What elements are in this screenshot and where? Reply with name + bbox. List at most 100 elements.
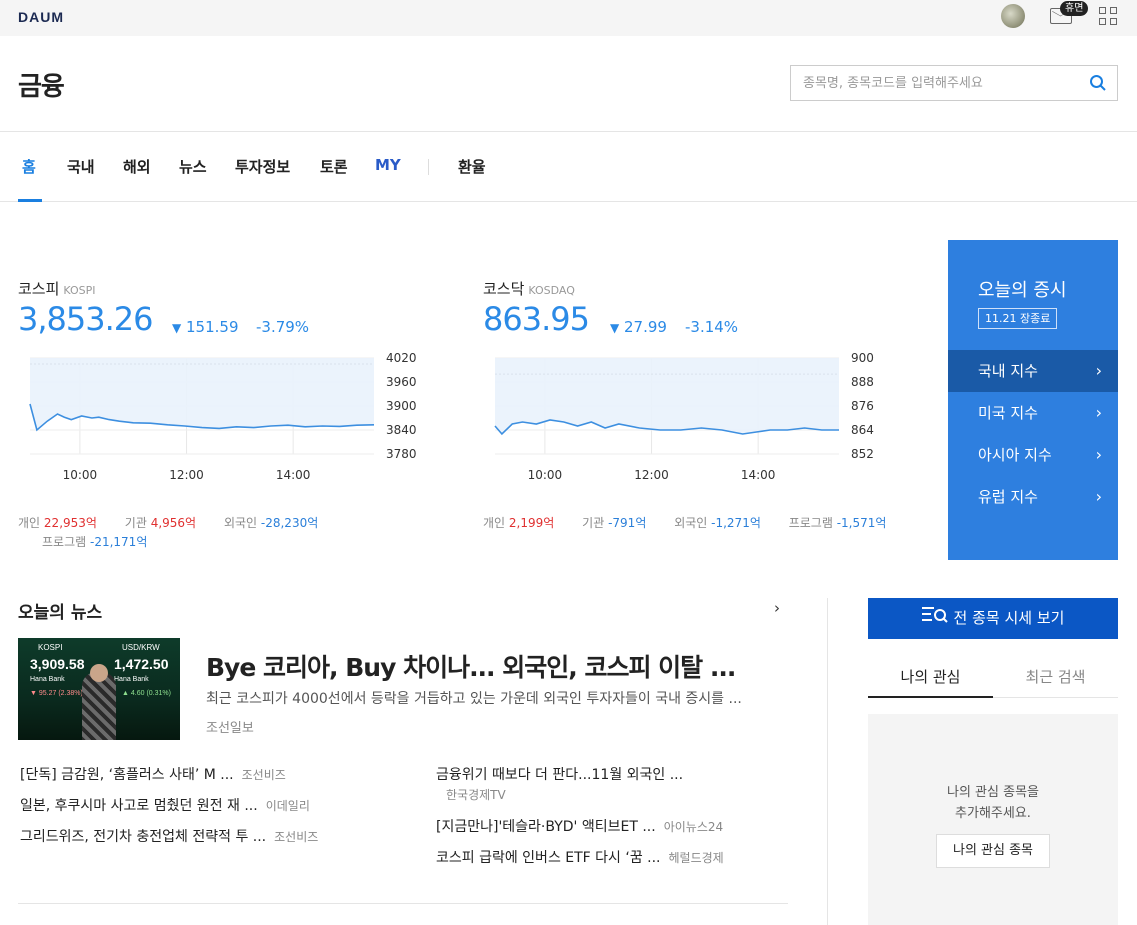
- flow-value: -1,271억: [711, 516, 761, 530]
- flow-label: 외국인: [674, 516, 708, 530]
- news-item[interactable]: 금융위기 때보다 더 판다...11월 외국인 ...: [436, 764, 683, 784]
- kospi-chart[interactable]: 4020 3960 3900 3840 3780 10:00 12:00 14:00: [18, 348, 430, 488]
- watch-tabs: 나의 관심 최근 검색: [868, 658, 1118, 698]
- empty-line: 나의 관심 종목을: [947, 785, 1039, 800]
- kospi-value: 3,853.26: [18, 300, 153, 338]
- x-tick-label: 14:00: [276, 468, 311, 482]
- mail-badge: 휴면: [1060, 1, 1089, 16]
- kosdaq-chart[interactable]: 900 888 876 864 852 10:00 12:00 14:00: [483, 348, 895, 488]
- y-tick-label: 4020: [386, 351, 417, 365]
- menu-item-label: 국내 지수: [978, 362, 1038, 380]
- kosdaq-name: 코스닥: [483, 280, 525, 298]
- news-source: 조선비즈: [241, 768, 286, 782]
- all-stocks-label: 전 종목 시세 보기: [953, 609, 1065, 627]
- news-item[interactable]: 일본, 후쿠시마 사고로 멈췄던 원전 재 ... 이데일리: [20, 795, 310, 815]
- down-arrow-icon: ▼: [172, 321, 182, 335]
- tab-domestic[interactable]: 국내: [67, 156, 95, 177]
- tab-my[interactable]: MY: [375, 156, 401, 174]
- news-source: 한국경제TV: [446, 788, 506, 802]
- kosdaq-change-value: 27.99: [624, 318, 667, 336]
- thumb-bank: Hana Bank: [114, 676, 149, 683]
- news-item[interactable]: 그리드위즈, 전기차 충전업체 전략적 투 ... 조선비즈: [20, 826, 318, 846]
- tab-recent-search[interactable]: 최근 검색: [993, 658, 1118, 698]
- kospi-name: 코스피: [18, 280, 60, 298]
- flow-label: 기관: [582, 516, 605, 530]
- person-head: [90, 664, 108, 682]
- flow-value: -28,230억: [260, 516, 319, 530]
- tab-home[interactable]: 홈: [22, 156, 36, 177]
- y-tick-label: 876: [851, 399, 874, 413]
- empty-line: 추가해주세요.: [955, 806, 1031, 821]
- news-item[interactable]: [지금만나]'테슬라·BYD' 액티브ET ... 아이뉴스24: [436, 816, 723, 836]
- kosdaq-title[interactable]: 코스닥 KOSDAQ: [483, 278, 575, 299]
- add-watchlist-button[interactable]: 나의 관심 종목: [936, 834, 1050, 868]
- flow-label: 기관: [124, 516, 147, 530]
- thumb-fx-label: USD/KRW: [122, 643, 160, 652]
- news-item[interactable]: [단독] 금감원, ‘홈플러스 사태’ M ... 조선비즈: [20, 764, 286, 784]
- kospi-code: KOSPI: [63, 284, 96, 297]
- flow-label: 개인: [483, 516, 506, 530]
- thumb-kospi-change: ▼ 95.27 (2.38%): [30, 690, 83, 697]
- flow-value: 4,956억: [150, 516, 197, 530]
- all-stocks-quote-button[interactable]: 전 종목 시세 보기: [868, 598, 1118, 639]
- top-bar: DAUM 휴면: [0, 0, 1137, 36]
- nav-divider: [428, 159, 429, 175]
- menu-item-europe-index[interactable]: 유럽 지수 ›: [948, 476, 1118, 518]
- menu-item-asia-index[interactable]: 아시아 지수 ›: [948, 434, 1118, 476]
- chevron-right-icon[interactable]: ›: [774, 599, 780, 617]
- y-tick-label: 3780: [386, 447, 417, 461]
- y-tick-label: 900: [851, 351, 874, 365]
- news-thumbnail[interactable]: KOSPI 3,909.58 Hana Bank ▼ 95.27 (2.38%)…: [18, 638, 180, 740]
- avatar[interactable]: [1001, 4, 1025, 28]
- x-tick-label: 10:00: [528, 468, 563, 482]
- news-source: 조선비즈: [274, 830, 319, 844]
- person-figure: [82, 672, 116, 740]
- tab-news[interactable]: 뉴스: [179, 156, 207, 177]
- search-icon[interactable]: [1089, 74, 1107, 92]
- kosdaq-code: KOSDAQ: [528, 284, 575, 297]
- y-tick-label: 852: [851, 447, 874, 461]
- kosdaq-value: 863.95: [483, 300, 590, 338]
- tab-discussion[interactable]: 토론: [320, 156, 348, 177]
- tab-overseas[interactable]: 해외: [123, 156, 151, 177]
- apps-grid-icon[interactable]: [1099, 7, 1119, 27]
- news-item-source-row: 한국경제TV: [438, 786, 506, 803]
- list-search-icon: [921, 598, 948, 639]
- news-title: 금융위기 때보다 더 판다...11월 외국인 ...: [436, 767, 684, 783]
- kospi-flows-row2: 프로그램 -21,171억: [42, 533, 147, 550]
- news-source: 이데일리: [265, 799, 310, 813]
- tab-my-watchlist[interactable]: 나의 관심: [868, 658, 993, 698]
- top-news-lead[interactable]: 최근 코스피가 4000선에서 등락을 거듭하고 있는 가운데 외국인 투자자들…: [206, 688, 742, 708]
- daum-logo[interactable]: DAUM: [18, 9, 64, 25]
- chevron-right-icon: ›: [1095, 403, 1102, 422]
- flow-label: 개인: [18, 516, 41, 530]
- news-title: [지금만나]'테슬라·BYD' 액티브ET ...: [436, 819, 656, 835]
- page-title: 금융: [18, 72, 65, 102]
- flow-value: -1,571억: [836, 516, 887, 530]
- watchlist-empty-message: 나의 관심 종목을 추가해주세요.: [868, 782, 1118, 824]
- news-title: 일본, 후쿠시마 사고로 멈췄던 원전 재 ...: [20, 798, 258, 814]
- kospi-change: ▼ 151.59: [172, 318, 239, 336]
- kospi-title[interactable]: 코스피 KOSPI: [18, 278, 96, 299]
- y-tick-label: 3840: [386, 423, 417, 437]
- tab-invest-info[interactable]: 투자정보: [235, 156, 290, 177]
- search-input[interactable]: [791, 66, 1081, 100]
- menu-item-us-index[interactable]: 미국 지수 ›: [948, 392, 1118, 434]
- news-source: 헤럴드경제: [668, 851, 724, 865]
- today-market-title: 오늘의 증시: [978, 280, 1067, 301]
- thumb-fx-change: ▲ 4.60 (0.31%): [122, 690, 171, 697]
- main-nav: 홈 국내 해외 뉴스 투자정보 토론 MY 환율: [0, 132, 1137, 202]
- thumb-kospi-label: KOSPI: [38, 643, 63, 652]
- kosdaq-flows-row: 개인 2,199억 기관 -791억 외국인 -1,271억 프로그램 -1,5…: [483, 514, 886, 531]
- menu-item-label: 아시아 지수: [978, 446, 1052, 464]
- news-title: [단독] 금감원, ‘홈플러스 사태’ M ...: [20, 767, 234, 783]
- tab-exchange-rate[interactable]: 환율: [458, 156, 486, 177]
- news-item[interactable]: 코스피 급락에 인버스 ETF 다시 ‘꿈 ... 헤럴드경제: [436, 847, 724, 867]
- top-news-title[interactable]: Bye 코리아, Buy 차이나... 외국인, 코스피 이탈 ...: [206, 648, 736, 684]
- x-tick-label: 12:00: [634, 468, 669, 482]
- x-tick-label: 12:00: [169, 468, 204, 482]
- menu-item-domestic-index[interactable]: 국내 지수 ›: [948, 350, 1118, 392]
- active-tab-indicator: [18, 199, 42, 202]
- news-heading: 오늘의 뉴스: [18, 603, 103, 623]
- thumb-bank: Hana Bank: [30, 676, 65, 683]
